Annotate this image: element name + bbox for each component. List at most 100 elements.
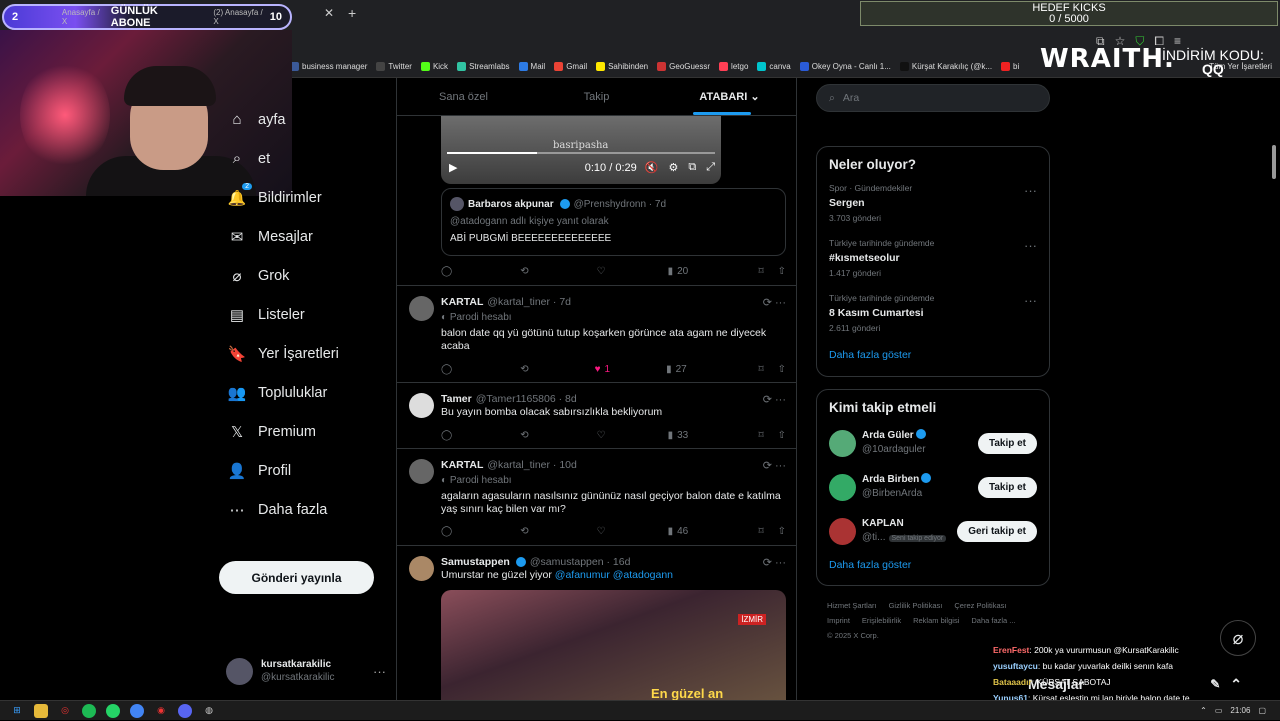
footer-link[interactable]: Daha fazla ... [971,616,1015,625]
bookmark-icon[interactable]: ⌑ [758,526,763,537]
start-icon[interactable]: ⊞ [10,704,24,718]
share-icon[interactable]: ⇧ [778,266,786,277]
more-icon[interactable]: ⟳ ··· [763,556,786,569]
scrollbar-thumb[interactable] [1272,145,1276,179]
bookmark-item[interactable]: Okey Oyna - Canlı 1... [799,62,891,71]
follow-button[interactable]: Takip et [977,476,1037,498]
nav-bookmarks[interactable]: 🔖 Yer İşaretleri [218,334,388,373]
post-card[interactable]: Tamer @Tamer1165806 · 8d ⟳ ··· Bu yayın … [397,382,796,448]
bookmark-item[interactable]: Kürşat Karakılıç (@k... [899,62,992,71]
footer-link[interactable]: Çerez Politikası [954,601,1006,610]
bookmark-item[interactable]: Sahibinden [596,62,648,71]
nav-grok[interactable]: ⌀ Grok [218,256,388,295]
retweet-icon[interactable]: ⟲ [520,266,528,277]
views-count[interactable]: ▮ 46 [668,526,689,537]
nav-profile[interactable]: 👤 Profil [218,451,388,490]
share-icon[interactable]: ⇧ [778,364,786,375]
nav-notifications[interactable]: 🔔 2 Bildirimler [218,178,388,217]
like-icon[interactable]: ♡ [597,526,606,537]
app-icon[interactable]: ◉ [154,704,168,718]
footer-link[interactable]: Hizmet Şartları [827,601,877,610]
bookmark-item[interactable]: canva [757,62,791,71]
bookmark-item[interactable]: business manager [290,62,367,71]
reply-icon[interactable]: ◯ [441,430,452,441]
more-icon[interactable]: ··· [1024,293,1037,308]
fullscreen-icon[interactable]: ⤢ [706,161,715,174]
nav-communities[interactable]: 👥 Topluluklar [218,373,388,412]
obs-icon[interactable]: ◍ [202,704,216,718]
more-icon[interactable]: ··· [1024,183,1037,198]
bookmark-item[interactable]: Gmail [554,62,587,71]
bookmark-item[interactable]: Kick [420,62,448,71]
reply-icon[interactable]: ◯ [441,364,452,375]
more-icon[interactable]: ··· [1024,238,1037,253]
close-tab-icon[interactable]: ✕ [324,6,334,20]
footer-link[interactable]: Imprint [827,616,850,625]
bookmark-icon[interactable]: ⌑ [758,430,763,441]
bookmark-item[interactable]: letgo [719,62,748,71]
reply-icon[interactable]: ◯ [441,266,452,277]
like-icon[interactable]: ♡ [597,430,606,441]
nav-messages[interactable]: ✉ Mesajlar [218,217,388,256]
post-card[interactable]: Samustappen @samustappen · 16d ⟳ ··· Umu… [397,545,796,703]
nav-explore[interactable]: ⌕ et [218,139,388,178]
retweet-icon[interactable]: ⟲ [520,430,528,441]
trends-show-more[interactable]: Daha fazla göster [817,343,1049,367]
grok-icon[interactable]: ⌀ [1220,620,1256,656]
bookmark-item[interactable]: bi [1001,62,1019,71]
video-player[interactable]: basripasha ▶ 0:10 / 0:29 🔇 ⚙ ⧉ ⤢ [441,116,721,184]
browser-tab-1[interactable]: Anasayfa / X [62,8,107,26]
trend-item[interactable]: Türkiye tarihinde gündemde 8 Kasım Cumart… [817,288,1049,343]
folder-icon[interactable] [34,703,48,718]
quoted-post[interactable]: Barbaros akpunar @Prenshydronn · 7d @ata… [441,188,786,256]
bookmark-item[interactable]: GeoGuessr [657,62,710,71]
views-count[interactable]: ▮ 27 [666,364,687,375]
trend-item[interactable]: Türkiye tarihinde gündemde #kısmetseolur 1… [817,233,1049,288]
share-icon[interactable]: ⇧ [778,526,786,537]
discord-icon[interactable] [178,703,192,718]
footer-link[interactable]: Gizlilik Politikası [889,601,943,610]
tab-for-you[interactable]: Sana özel [397,91,530,103]
who-to-follow-show-more[interactable]: Daha fazla göster [817,553,1049,577]
chrome-icon[interactable] [130,703,144,718]
settings-icon[interactable]: ⚙ [668,161,678,174]
play-icon[interactable]: ▶ [449,161,457,174]
bookmark-icon[interactable]: ⌑ [758,266,763,277]
pip-icon[interactable]: ⧉ [688,161,696,174]
footer-link[interactable]: Erişilebilirlik [862,616,901,625]
account-switcher[interactable]: kursatkarakilic @kursatkarakilic ··· [226,656,386,686]
like-button[interactable]: ♥ 1 [595,364,611,375]
share-icon[interactable]: ⇧ [778,430,786,441]
retweet-icon[interactable]: ⟲ [520,364,528,375]
footer-link[interactable]: Reklam bilgisi [913,616,959,625]
like-icon[interactable]: ♡ [597,266,606,277]
more-icon[interactable]: ··· [373,664,386,679]
post-card[interactable]: KARTAL @kartal_tiner · 7d ⟳ ··· ◐ Parodi… [397,285,796,382]
follow-button[interactable]: Geri takip et [957,520,1037,542]
mute-icon[interactable]: 🔇 [645,161,659,174]
network-icon[interactable]: ▭ [1215,706,1223,715]
chevron-up-icon[interactable]: ⌃ [1230,676,1242,693]
app-icon[interactable]: ◎ [58,704,72,718]
views-count[interactable]: ▮ 33 [668,430,689,441]
browser-tab-2[interactable]: (2) Anasayfa / X [213,8,269,26]
post-card[interactable]: KARTAL @kartal_tiner · 10d ⟳ ··· ◐ Parod… [397,448,796,545]
tab-following[interactable]: Takip [530,91,663,103]
search-input[interactable]: ⌕ Ara [816,84,1050,112]
bookmark-item[interactable]: Streamlabs [457,62,510,71]
whatsapp-icon[interactable] [106,703,120,718]
nav-more[interactable]: ⋯ Daha fazla [218,490,388,529]
tab-custom[interactable]: ATABARI ⌄ [663,90,796,103]
nav-home[interactable]: ⌂ ayfa [218,100,388,139]
nav-premium[interactable]: 𝕏 Premium [218,412,388,451]
bookmark-icon[interactable]: ⌑ [758,364,763,375]
clock[interactable]: 21:06 [1230,706,1250,715]
bookmark-item[interactable]: Mail [518,62,545,71]
trend-item[interactable]: Spor · Gündemdekiler Sergen 3.703 gönderi ·… [817,178,1049,233]
new-tab-icon[interactable]: + [348,5,356,21]
follow-suggestion[interactable]: Arda Güler @10ardaguler Takip et [817,421,1049,465]
bookmark-item[interactable]: Twitter [376,62,412,71]
more-icon[interactable]: ⟳ ··· [763,393,786,406]
post-button[interactable]: Gönderi yayınla [219,561,374,594]
nav-lists[interactable]: ▤ Listeler [218,295,388,334]
